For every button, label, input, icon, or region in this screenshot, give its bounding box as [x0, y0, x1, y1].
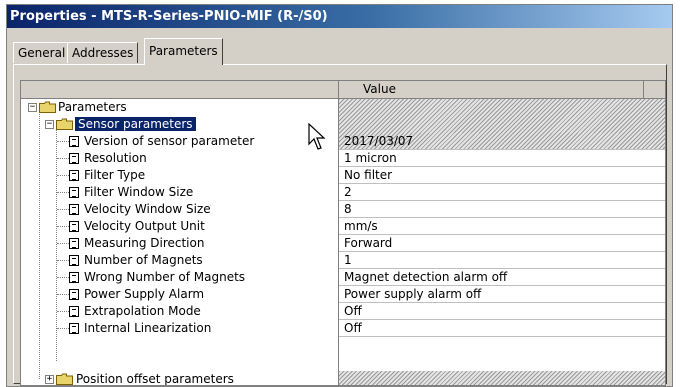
parameter-icon: [69, 204, 79, 215]
parameter-row[interactable]: Wrong Number of Magnets Magnet detection …: [21, 269, 665, 286]
parameter-value[interactable]: Off: [339, 320, 665, 337]
tree-connector: [57, 277, 69, 278]
selected-node-label: Sensor parameters: [75, 117, 196, 131]
folder-icon: [56, 118, 73, 130]
parameter-icon: [69, 272, 79, 283]
parameter-label: Filter Window Size: [84, 185, 194, 199]
parameter-label: Extrapolation Mode: [84, 304, 201, 318]
parameter-value[interactable]: 1: [339, 252, 665, 269]
parameter-label: Filter Type: [84, 168, 146, 182]
parameter-icon: [69, 238, 79, 249]
tree-connector: [57, 243, 69, 244]
parameter-row[interactable]: Extrapolation Mode Off: [21, 303, 665, 320]
mouse-cursor-icon: [308, 123, 326, 150]
parameter-icon: [69, 255, 79, 266]
column-separator[interactable]: [643, 81, 644, 99]
tree-connector: [57, 209, 69, 210]
tab-general[interactable]: General: [13, 42, 71, 63]
parameter-value[interactable]: Magnet detection alarm off: [339, 269, 665, 286]
parameter-label: Velocity Output Unit: [84, 219, 205, 233]
parameter-grid: Value − Parameters − Sensor parameters V…: [20, 80, 666, 386]
parameter-icon: [69, 289, 79, 300]
tree-node-position-offset-parameters[interactable]: + Position offset parameters: [21, 371, 665, 386]
parameter-icon: [69, 221, 79, 232]
parameter-value[interactable]: mm/s: [339, 218, 665, 235]
grid-header: Value: [21, 81, 665, 99]
parameter-label: Velocity Window Size: [84, 202, 211, 216]
parameter-row[interactable]: Internal Linearization Off: [21, 320, 665, 337]
tree-connector: [57, 311, 69, 312]
collapse-icon[interactable]: −: [45, 120, 54, 129]
tree-connector: [57, 175, 69, 176]
parameter-label: Version of sensor parameter: [84, 134, 255, 148]
tree-connector: [57, 141, 69, 142]
column-separator[interactable]: [338, 81, 339, 99]
parameter-label: Wrong Number of Magnets: [84, 270, 246, 284]
tree-connector: [57, 158, 69, 159]
parameter-row[interactable]: Resolution 1 micron: [21, 150, 665, 167]
parameter-icon: [69, 187, 79, 198]
parameter-icon: [69, 170, 79, 181]
parameter-value[interactable]: 2: [339, 184, 665, 201]
parameter-row[interactable]: Velocity Output Unit mm/s: [21, 218, 665, 235]
node-label: Sensor parameters: [75, 116, 196, 133]
parameter-value[interactable]: 1 micron: [339, 150, 665, 167]
expand-icon[interactable]: +: [45, 375, 54, 384]
parameter-label: Measuring Direction: [84, 236, 205, 250]
parameter-row[interactable]: Number of Magnets 1: [21, 252, 665, 269]
parameter-value[interactable]: No filter: [339, 167, 665, 184]
parameter-row[interactable]: Velocity Window Size 8: [21, 201, 665, 218]
folder-icon: [39, 101, 56, 113]
parameter-icon: [69, 323, 79, 334]
parameter-row[interactable]: Measuring Direction Forward: [21, 235, 665, 252]
parameter-value[interactable]: Power supply alarm off: [339, 286, 665, 303]
dialog-title: Properties - MTS-R-Series-PNIO-MIF (R-/S…: [7, 5, 672, 28]
parameter-label: Number of Magnets: [84, 253, 203, 267]
parameter-icon: [69, 136, 79, 147]
parameter-value[interactable]: 8: [339, 201, 665, 218]
parameter-label: Internal Linearization: [84, 321, 212, 335]
collapse-icon[interactable]: −: [28, 103, 37, 112]
tree-connector: [57, 260, 69, 261]
column-divider: [338, 99, 339, 385]
tree-node-sensor-parameters[interactable]: − Sensor parameters: [21, 116, 665, 133]
parameter-row[interactable]: Power Supply Alarm Power supply alarm off: [21, 286, 665, 303]
tab-addresses[interactable]: Addresses: [67, 42, 139, 63]
tab-parameters[interactable]: Parameters: [144, 38, 223, 65]
value-column-header[interactable]: Value: [363, 82, 396, 96]
parameter-row[interactable]: Filter Window Size 2: [21, 184, 665, 201]
parameter-icon: [69, 153, 79, 164]
parameter-row[interactable]: Filter Type No filter: [21, 167, 665, 184]
parameter-value[interactable]: Off: [339, 303, 665, 320]
parameter-label: Power Supply Alarm: [84, 287, 205, 301]
tree-connector: [57, 294, 69, 295]
parameter-value[interactable]: 2017/03/07: [339, 133, 665, 150]
tree-connector: [57, 192, 69, 193]
tree-node-parameters[interactable]: − Parameters: [21, 99, 665, 116]
parameter-value[interactable]: Forward: [339, 235, 665, 252]
node-label: Position offset parameters: [76, 372, 234, 386]
parameter-row[interactable]: Version of sensor parameter 2017/03/07: [21, 133, 665, 150]
tree-connector: [57, 226, 69, 227]
folder-icon: [56, 373, 73, 385]
parameter-icon: [69, 306, 79, 317]
tree-connector: [57, 328, 69, 329]
node-label: Parameters: [58, 100, 127, 114]
parameter-label: Resolution: [84, 151, 147, 165]
